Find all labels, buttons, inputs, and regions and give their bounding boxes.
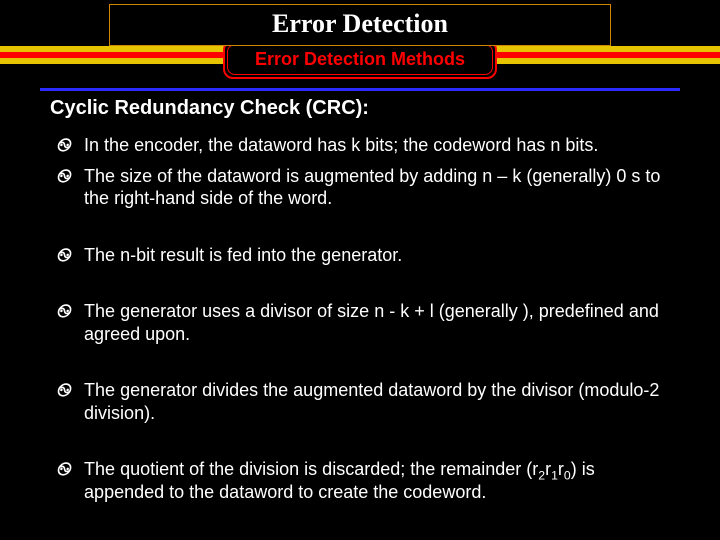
bullet-text: In the encoder, the dataword has k bits;… — [84, 134, 670, 157]
bullet-item: ࿊ The generator divides the augmented dat… — [54, 375, 672, 428]
bullet-item: ࿊ In the encoder, the dataword has k bits… — [54, 130, 672, 161]
bullet-text: The n-bit result is fed into the generat… — [84, 244, 670, 267]
bullet-item: ࿊ The n-bit result is fed into the genera… — [54, 240, 672, 271]
title-box: Error Detection — [109, 4, 611, 46]
bullet-icon: ࿊ — [56, 134, 70, 157]
bullet-spacer — [54, 214, 672, 240]
bullet-list: ࿊ In the encoder, the dataword has k bits… — [40, 130, 680, 507]
slide-title: Error Detection — [110, 9, 610, 39]
bullet-item: ࿊ The size of the dataword is augmented b… — [54, 161, 672, 214]
bullet-text: The quotient of the division is discarde… — [84, 458, 670, 503]
bullet-icon: ࿊ — [56, 458, 70, 503]
bullet-spacer — [54, 270, 672, 296]
content-panel: Cyclic Redundancy Check (CRC): ࿊ In the e… — [40, 88, 680, 531]
bullet-icon: ࿊ — [56, 165, 70, 210]
bullet-text: The size of the dataword is augmented by… — [84, 165, 670, 210]
bullet-text: The generator divides the augmented data… — [84, 379, 670, 424]
bullet-item: ࿊ The quotient of the division is discard… — [54, 454, 672, 507]
slide: Error Detection Error Detection Methods … — [0, 0, 720, 540]
bullet-icon: ࿊ — [56, 379, 70, 424]
section-title: Cyclic Redundancy Check (CRC): — [44, 91, 676, 130]
bullet-spacer — [54, 428, 672, 454]
bullet-text: The generator uses a divisor of size n -… — [84, 300, 670, 345]
bullet-spacer — [54, 349, 672, 375]
bullet-item: ࿊ The generator uses a divisor of size n … — [54, 296, 672, 349]
bullet-icon: ࿊ — [56, 300, 70, 345]
slide-subtitle: Error Detection Methods — [227, 44, 493, 75]
bullet-icon: ࿊ — [56, 244, 70, 267]
